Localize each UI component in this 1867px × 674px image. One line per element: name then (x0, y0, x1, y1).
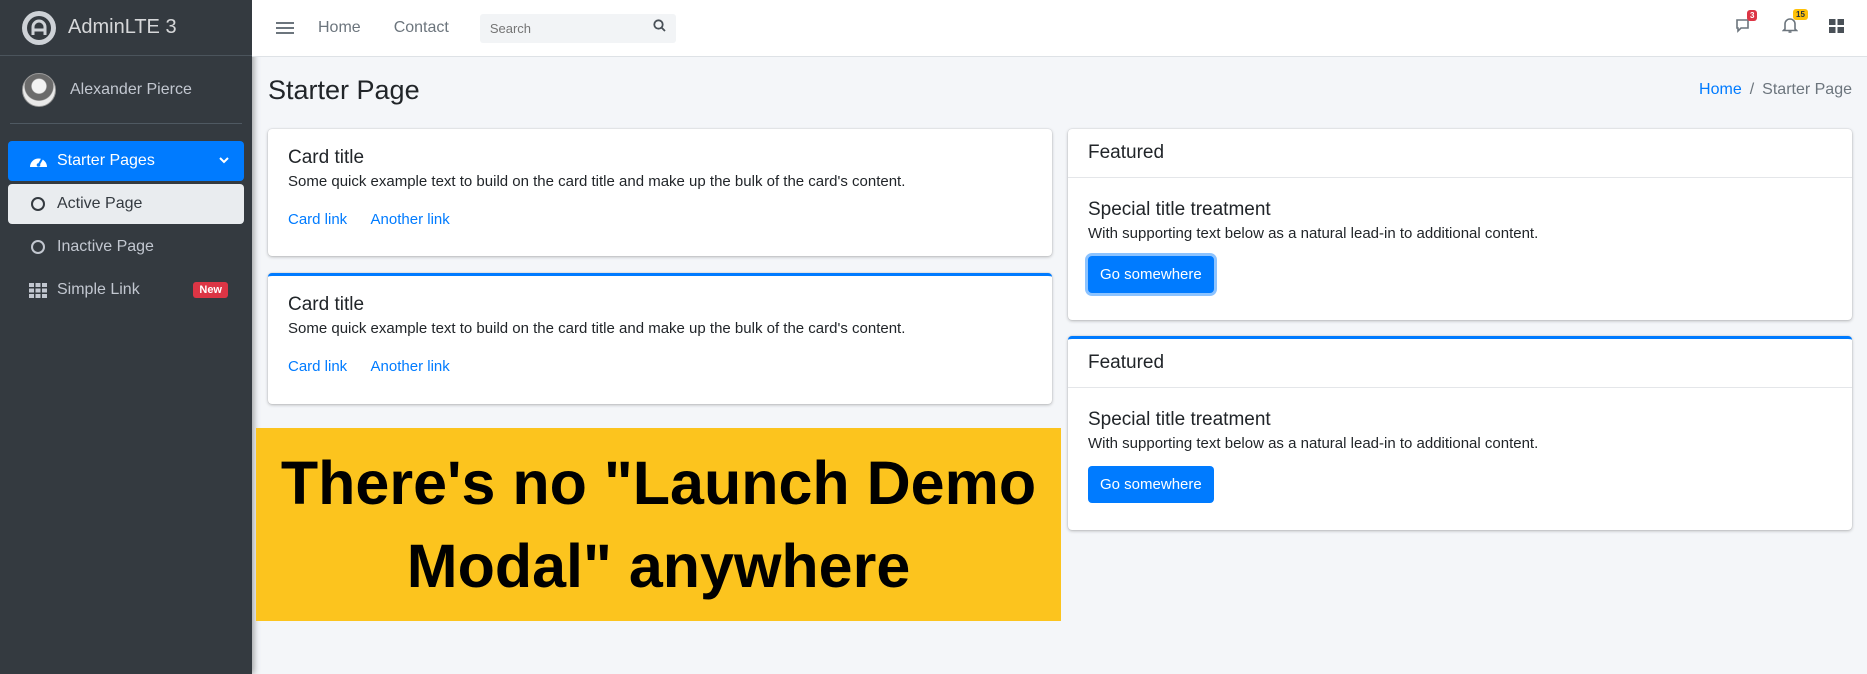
sidebar-item-simple-link[interactable]: Simple Link New (8, 270, 244, 310)
brand-link[interactable]: AdminLTE 3 (0, 0, 252, 56)
th-large-icon (1828, 18, 1844, 38)
brand-logo-icon (22, 10, 56, 45)
card-left-1: Card title Some quick example text to bu… (268, 129, 1052, 256)
card-title: Card title (288, 147, 365, 168)
user-name: Alexander Pierce (70, 80, 192, 98)
card-header: Featured (1068, 339, 1852, 388)
messages-badge: 3 (1747, 9, 1758, 21)
annotation-banner: There's no "Launch Demo Modal" anywhere (256, 428, 1061, 621)
search-box (479, 13, 676, 43)
hamburger-menu-icon[interactable] (276, 22, 294, 34)
notifications-dropdown[interactable]: 15 (1767, 9, 1813, 39)
sidebar-item-starter-pages[interactable]: Starter Pages (8, 141, 244, 181)
sidebar-item-label: Inactive Page (57, 238, 154, 255)
search-input[interactable] (489, 20, 640, 36)
nav-link-home[interactable]: Home (318, 19, 361, 37)
card-text: Some quick example text to build on the … (288, 173, 906, 190)
card-text: With supporting text below as a natural … (1088, 435, 1539, 452)
chevron-down-icon (218, 153, 230, 171)
new-badge: New (193, 282, 228, 298)
breadcrumb: Home / Starter Page (1699, 81, 1852, 98)
breadcrumb-current: Starter Page (1762, 81, 1852, 98)
apps-menu[interactable] (1813, 18, 1859, 38)
tachometer-icon (28, 151, 48, 171)
main-sidebar: AdminLTE 3 Alexander Pierce Starter Page… (0, 0, 252, 674)
card-link[interactable]: Card link (288, 358, 347, 375)
sidebar-item-label: Starter Pages (57, 152, 155, 169)
main-header: Home Contact 3 15 (252, 0, 1867, 57)
comments-icon (1735, 18, 1753, 39)
search-icon[interactable] (653, 19, 666, 37)
bell-icon (1781, 17, 1799, 39)
user-panel[interactable]: Alexander Pierce (10, 56, 242, 124)
breadcrumb-home-link[interactable]: Home (1699, 81, 1742, 98)
go-somewhere-button[interactable]: Go somewhere (1088, 466, 1214, 503)
card-title: Special title treatment (1088, 409, 1271, 430)
nav-link-contact[interactable]: Contact (394, 19, 449, 37)
th-grid-icon (28, 280, 48, 300)
card-left-2: Card title Some quick example text to bu… (268, 273, 1052, 404)
content-header: Starter Page Home / Starter Page (268, 74, 1852, 106)
sidebar-item-label: Simple Link (57, 281, 140, 298)
page-title: Starter Page (268, 74, 420, 105)
sidebar-item-label: Active Page (57, 195, 143, 212)
card-text: With supporting text below as a natural … (1088, 225, 1539, 242)
another-link[interactable]: Another link (371, 358, 450, 375)
circle-icon (28, 194, 48, 214)
top-right-navbar: 3 15 (1721, 0, 1867, 56)
card-text: Some quick example text to build on the … (288, 320, 906, 337)
card-right-1: Featured Special title treatment With su… (1068, 129, 1852, 320)
sidebar-nav: Starter Pages Active Page Inactive Page … (0, 141, 252, 310)
sidebar-item-active-page[interactable]: Active Page (8, 184, 244, 224)
card-right-2: Featured Special title treatment With su… (1068, 336, 1852, 530)
avatar (22, 72, 56, 107)
notifications-badge: 15 (1793, 9, 1808, 20)
brand-text: AdminLTE 3 (68, 16, 177, 38)
another-link[interactable]: Another link (371, 211, 450, 228)
annotation-text: There's no "Launch Demo Modal" anywhere (280, 448, 1037, 600)
circle-icon (28, 237, 48, 257)
card-header: Featured (1068, 129, 1852, 178)
messages-dropdown[interactable]: 3 (1721, 9, 1767, 39)
card-link[interactable]: Card link (288, 211, 347, 228)
go-somewhere-button[interactable]: Go somewhere (1088, 256, 1214, 293)
card-title: Card title (288, 294, 365, 315)
card-title: Special title treatment (1088, 199, 1271, 220)
sidebar-item-inactive-page[interactable]: Inactive Page (8, 227, 244, 267)
